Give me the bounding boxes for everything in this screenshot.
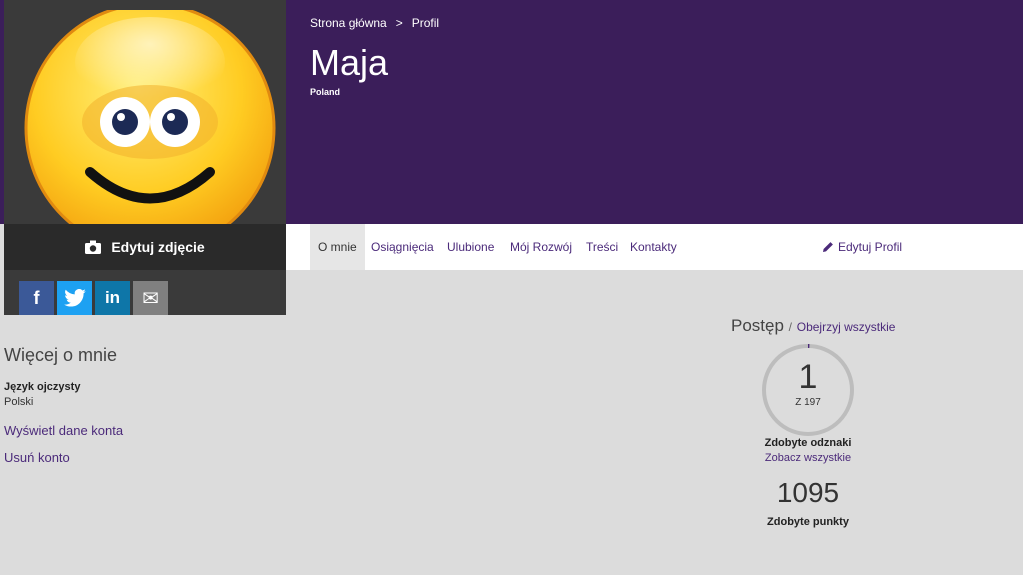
edit-profile-button[interactable]: Edytuj Profil [822,224,902,270]
mail-icon[interactable]: ✉ [133,281,168,315]
social-share-bar: f in ✉ [19,281,168,315]
native-language-label: Język ojczysty [4,381,81,393]
breadcrumb-home-link[interactable]: Strona główna [310,16,387,30]
badges-total: Z 197 [795,397,821,408]
view-all-progress-link[interactable]: Obejrzyj wszystkie [797,320,896,334]
progress-separator: / [788,320,793,334]
badges-earned-label: Zdobyte odznaki [764,437,852,449]
see-all-badges-link[interactable]: Zobacz wszystkie [708,452,908,464]
about-section-title: Więcej o mnie [4,345,118,365]
native-language-value: Polski [4,396,34,408]
tab-favorites[interactable]: Ulubione [439,224,502,270]
tab-achievements[interactable]: Osiągnięcia [363,224,442,270]
twitter-bird-icon [63,289,86,307]
avatar-panel: Edytuj zdjęcie f in ✉ [4,0,286,315]
breadcrumb-separator: > [395,16,403,30]
delete-account-link[interactable]: Usuń konto [4,450,70,465]
profile-country: Poland [310,87,341,97]
linkedin-icon[interactable]: in [95,281,130,315]
pencil-icon [823,242,833,252]
badges-progress-ring: 1 Z 197 [760,342,856,438]
profile-name: Maja [310,42,389,83]
twitter-icon[interactable] [57,281,92,315]
avatar [24,10,276,225]
tab-my-development[interactable]: Mój Rozwój [502,224,580,270]
breadcrumb-current[interactable]: Profil [412,16,439,30]
profile-tabs: O mnie Osiągnięcia Ulubione Mój Rozwój T… [286,224,1023,270]
edit-photo-label: Edytuj zdjęcie [111,239,205,255]
tab-about-me[interactable]: O mnie [310,224,365,270]
breadcrumb: Strona główna > Profil [310,16,439,30]
tab-contacts[interactable]: Kontakty [622,224,685,270]
view-account-link[interactable]: Wyświetl dane konta [4,423,123,438]
camera-icon [85,240,102,254]
facebook-icon[interactable]: f [19,281,54,315]
points-value: 1095 [776,477,840,508]
progress-title: Postęp / Obejrzyj wszystkie [731,316,895,336]
edit-photo-button[interactable]: Edytuj zdjęcie [4,224,286,270]
edit-profile-label: Edytuj Profil [838,240,903,254]
points-label: Zdobyte punkty [767,516,849,528]
badges-earned-count: 1 [798,358,818,396]
tab-content[interactable]: Treści [578,224,626,270]
progress-heading: Postęp [731,316,784,335]
